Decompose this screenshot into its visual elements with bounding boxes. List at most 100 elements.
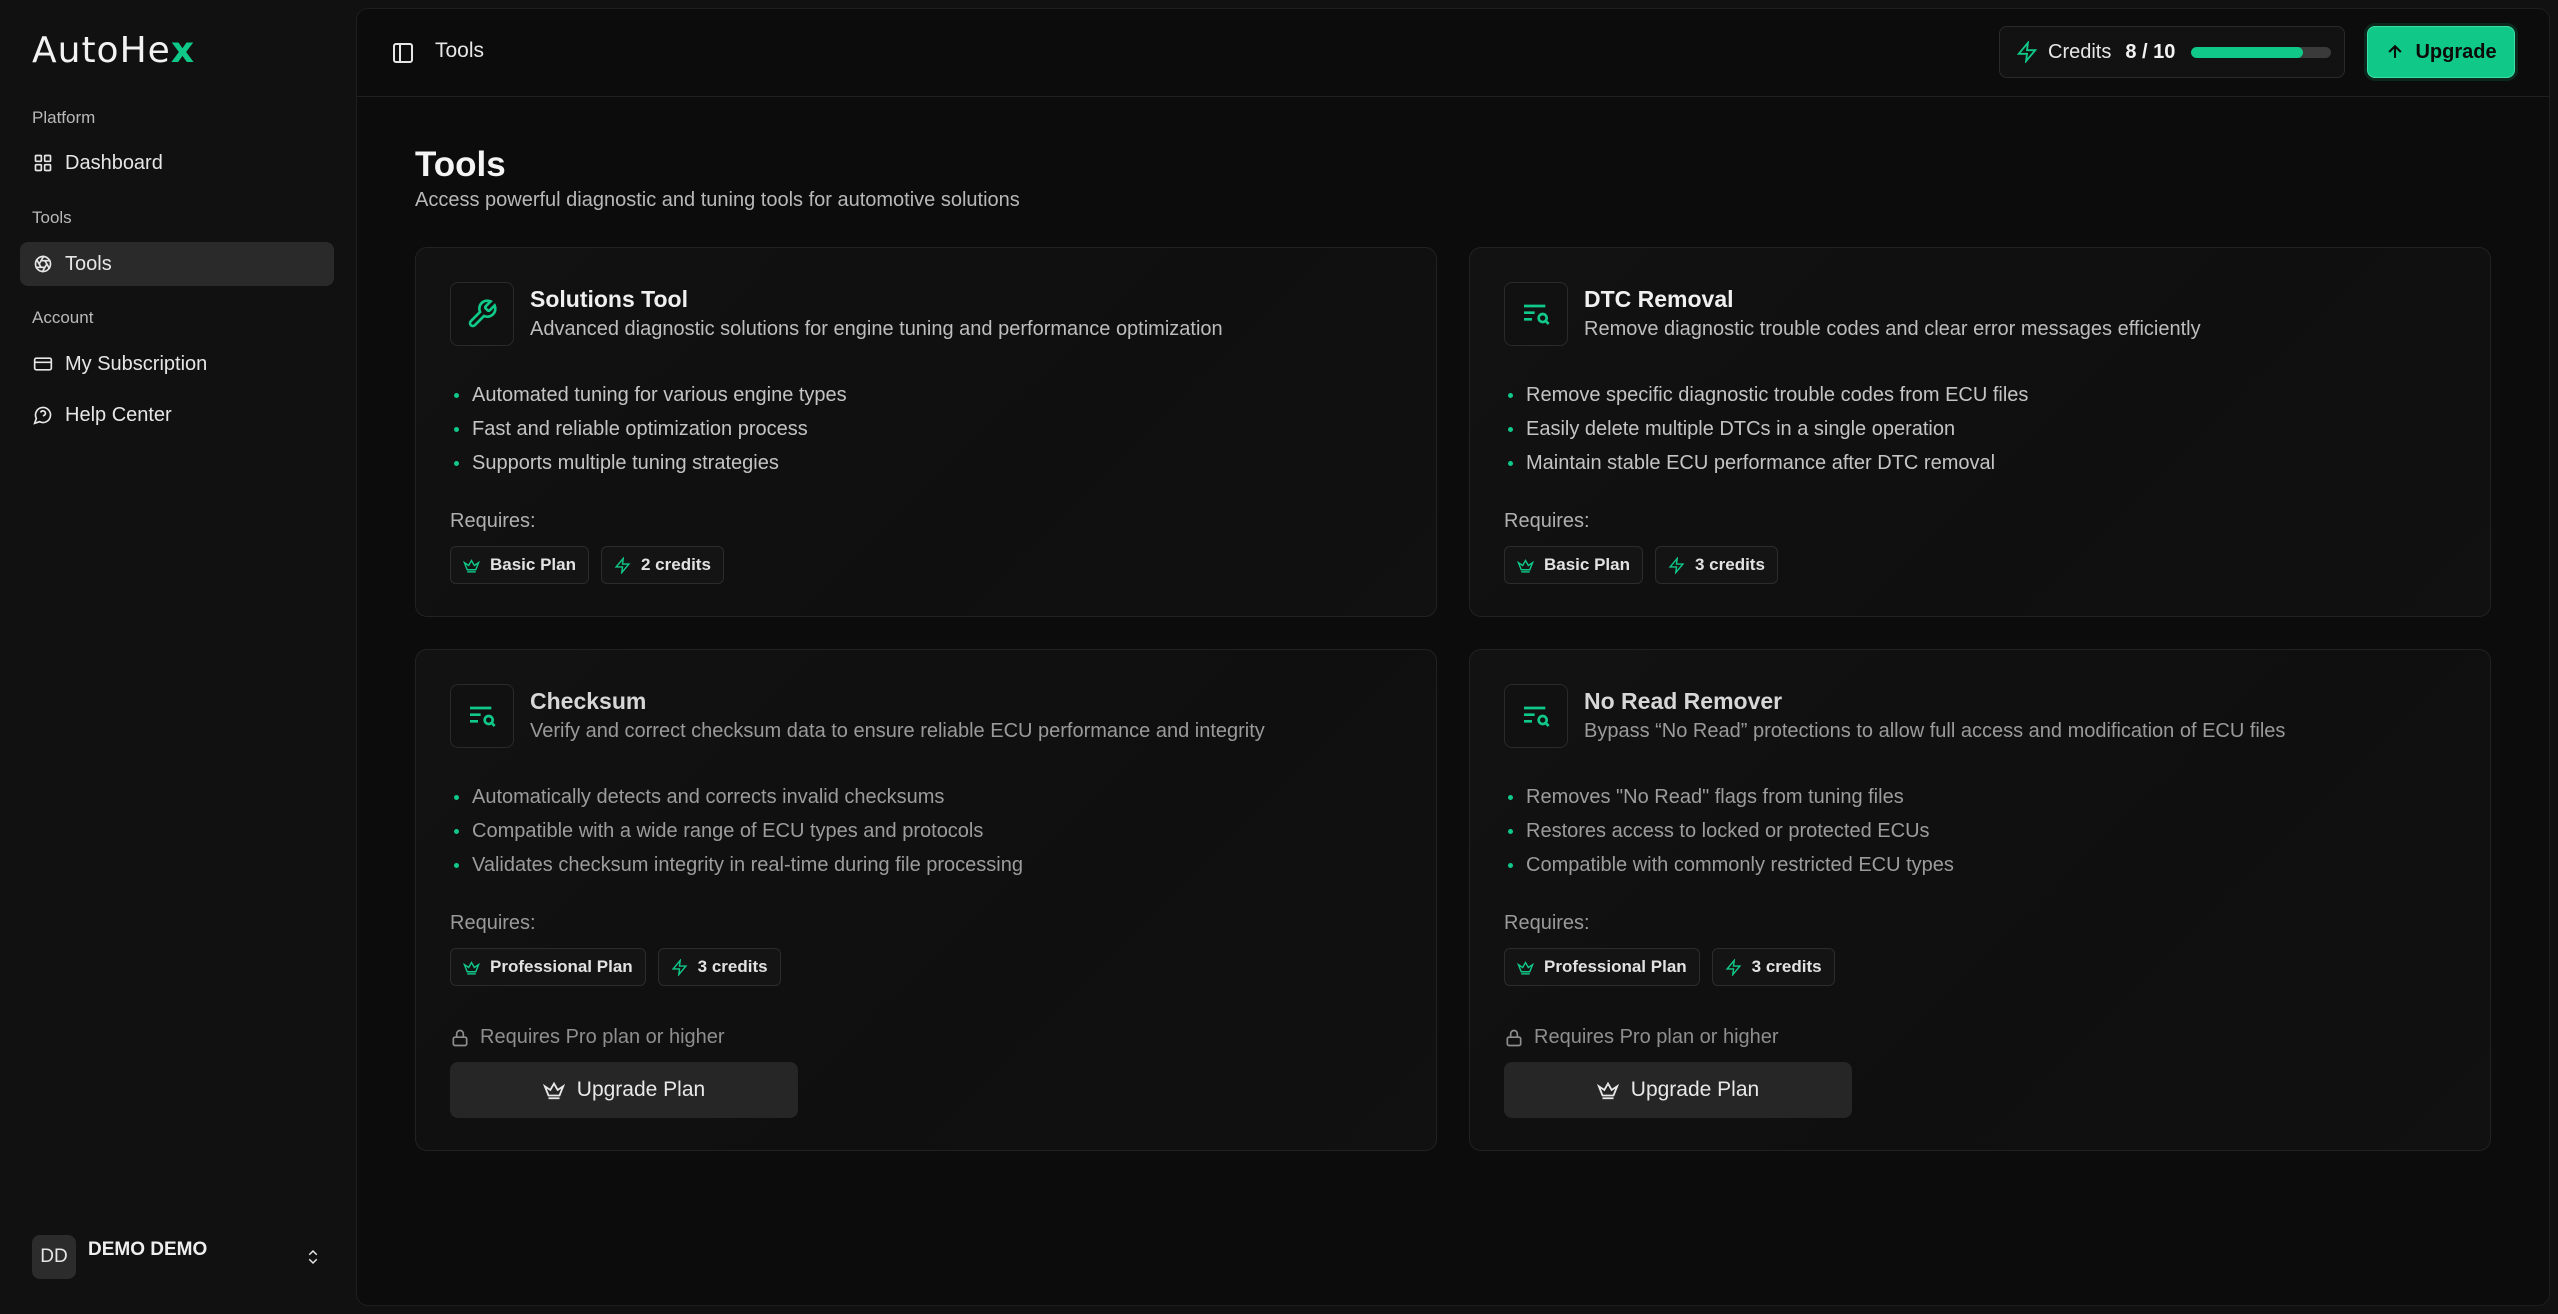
sidebar: AutoHex Platform Dashboard Tools Tools A… <box>0 0 354 1314</box>
upgrade-plan-label: Upgrade Plan <box>1630 1078 1760 1101</box>
sidebar-item-label: Tools <box>65 252 112 275</box>
upgrade-button-label: Upgrade <box>2415 40 2497 63</box>
page-subtitle: Access powerful diagnostic and tuning to… <box>415 189 1020 211</box>
lock-icon <box>452 1029 468 1046</box>
locked-note-text: Requires Pro plan or higher <box>480 1026 725 1048</box>
credits-badge: 3 credits <box>1711 948 1835 986</box>
credits-badge: 3 credits <box>1655 546 1778 584</box>
credits-label: Credits <box>2048 40 2112 63</box>
requirement-badges: Professional Plan 3 credits <box>1504 948 1835 986</box>
tool-features: Automated tuning for various engine type… <box>450 378 847 480</box>
feature-item: Validates checksum integrity in real-tim… <box>450 848 1023 882</box>
plan-badge-label: Basic Plan <box>1544 555 1630 574</box>
arrow-up-icon <box>2388 44 2403 58</box>
upgrade-plan-button[interactable]: Upgrade Plan <box>1504 1062 1852 1118</box>
user-menu[interactable]: DD DEMO DEMO <box>32 1232 322 1282</box>
help-chat-icon <box>33 406 52 425</box>
tool-description: Verify and correct checksum data to ensu… <box>530 720 1265 742</box>
locked-note-text: Requires Pro plan or higher <box>1534 1026 1779 1048</box>
tool-features: Removes "No Read" flags from tuning file… <box>1504 780 1954 882</box>
brand-logo[interactable]: AutoHex <box>32 30 195 72</box>
tool-card-no-read-remover[interactable]: No Read Remover Bypass “No Read” protect… <box>1469 649 2491 1151</box>
main-panel: Tools Credits 8 / 10 Upgrade Tools Acces… <box>356 8 2550 1306</box>
credits-indicator: Credits 8 / 10 <box>1999 26 2345 78</box>
upgrade-plan-button[interactable]: Upgrade Plan <box>450 1062 798 1118</box>
requires-label: Requires: <box>1504 510 1590 532</box>
app-root: AutoHex Platform Dashboard Tools Tools A… <box>0 0 2558 1314</box>
sidebar-item-help-center[interactable]: Help Center <box>20 393 334 437</box>
tool-title: Checksum <box>530 688 647 714</box>
tool-features: Remove specific diagnostic trouble codes… <box>1504 378 2028 480</box>
grid-icon <box>34 154 52 172</box>
breadcrumb: Tools <box>435 39 485 62</box>
zap-icon <box>1725 958 1742 976</box>
sidebar-item-dashboard[interactable]: Dashboard <box>20 141 334 185</box>
locked-note: Requires Pro plan or higher <box>450 1026 725 1049</box>
zap-icon <box>1668 556 1685 574</box>
crown-icon <box>542 1081 565 1100</box>
crown-icon <box>1596 1081 1619 1100</box>
crown-icon <box>463 558 480 573</box>
sidebar-item-label: My Subscription <box>65 352 208 375</box>
credits-badge-label: 3 credits <box>1695 555 1765 574</box>
requirement-badges: Professional Plan 3 credits <box>450 948 781 986</box>
credits-badge-label: 3 credits <box>1751 957 1822 976</box>
tool-card-solutions-tool[interactable]: Solutions Tool Advanced diagnostic solut… <box>415 247 1437 617</box>
wrench-icon <box>468 299 497 328</box>
tool-card-dtc-removal[interactable]: DTC Removal Remove diagnostic trouble co… <box>1469 247 2491 617</box>
tool-icon-box <box>1504 282 1568 346</box>
plan-badge: Professional Plan <box>1504 948 1700 986</box>
avatar: DD <box>32 1235 76 1279</box>
feature-item: Maintain stable ECU performance after DT… <box>1504 446 2028 480</box>
crown-icon <box>463 960 480 975</box>
credit-card-icon <box>33 357 53 371</box>
feature-item: Compatible with a wide range of ECU type… <box>450 814 1023 848</box>
tool-title: No Read Remover <box>1584 688 1783 714</box>
tool-icon-box <box>450 684 514 748</box>
tool-description: Remove diagnostic trouble codes and clea… <box>1584 318 2201 340</box>
crown-icon <box>1517 960 1534 975</box>
user-name: DEMO DEMO <box>88 1239 208 1260</box>
credits-badge-label: 2 credits <box>641 555 711 574</box>
requirement-badges: Basic Plan 2 credits <box>450 546 724 584</box>
tool-description: Bypass “No Read” protections to allow fu… <box>1584 720 2286 742</box>
sidebar-toggle-icon[interactable] <box>391 41 415 65</box>
crown-icon <box>1517 558 1534 573</box>
page-title: Tools <box>415 145 506 184</box>
tool-card-checksum[interactable]: Checksum Verify and correct checksum dat… <box>415 649 1437 1151</box>
zap-icon <box>614 556 631 574</box>
tool-title: Solutions Tool <box>530 286 688 312</box>
zap-icon <box>2016 41 2038 63</box>
sidebar-section-platform: Platform <box>32 108 96 127</box>
zap-icon <box>671 958 688 976</box>
requires-label: Requires: <box>450 912 536 934</box>
feature-item: Removes "No Read" flags from tuning file… <box>1504 780 1954 814</box>
feature-item: Remove specific diagnostic trouble codes… <box>1504 378 2028 412</box>
sidebar-item-my-subscription[interactable]: My Subscription <box>20 342 334 386</box>
upgrade-button[interactable]: Upgrade <box>2367 26 2515 78</box>
credits-badge: 2 credits <box>601 546 724 584</box>
requirement-badges: Basic Plan 3 credits <box>1504 546 1778 584</box>
lock-icon <box>1506 1029 1522 1046</box>
sidebar-item-tools[interactable]: Tools <box>20 242 334 286</box>
credits-badge: 3 credits <box>657 948 781 986</box>
list-search-icon <box>1524 706 1550 727</box>
credits-badge-label: 3 credits <box>697 957 768 976</box>
upgrade-plan-label: Upgrade Plan <box>576 1078 706 1101</box>
feature-item: Automatically detects and corrects inval… <box>450 780 1023 814</box>
plan-badge-label: Professional Plan <box>1544 957 1687 976</box>
feature-item: Fast and reliable optimization process <box>450 412 847 446</box>
feature-item: Supports multiple tuning strategies <box>450 446 847 480</box>
sidebar-item-label: Dashboard <box>65 151 163 174</box>
aperture-icon <box>34 255 52 273</box>
credits-progress-bar <box>2191 46 2332 58</box>
feature-item: Compatible with commonly restricted ECU … <box>1504 848 1954 882</box>
credits-value: 8 / 10 <box>2125 40 2176 63</box>
plan-badge-label: Professional Plan <box>490 957 633 976</box>
plan-badge: Basic Plan <box>450 546 589 584</box>
plan-badge: Professional Plan <box>450 948 646 986</box>
locked-note: Requires Pro plan or higher <box>1504 1026 1779 1049</box>
tool-title: DTC Removal <box>1584 286 1734 312</box>
requires-label: Requires: <box>450 510 536 532</box>
sidebar-section-account: Account <box>32 308 94 327</box>
